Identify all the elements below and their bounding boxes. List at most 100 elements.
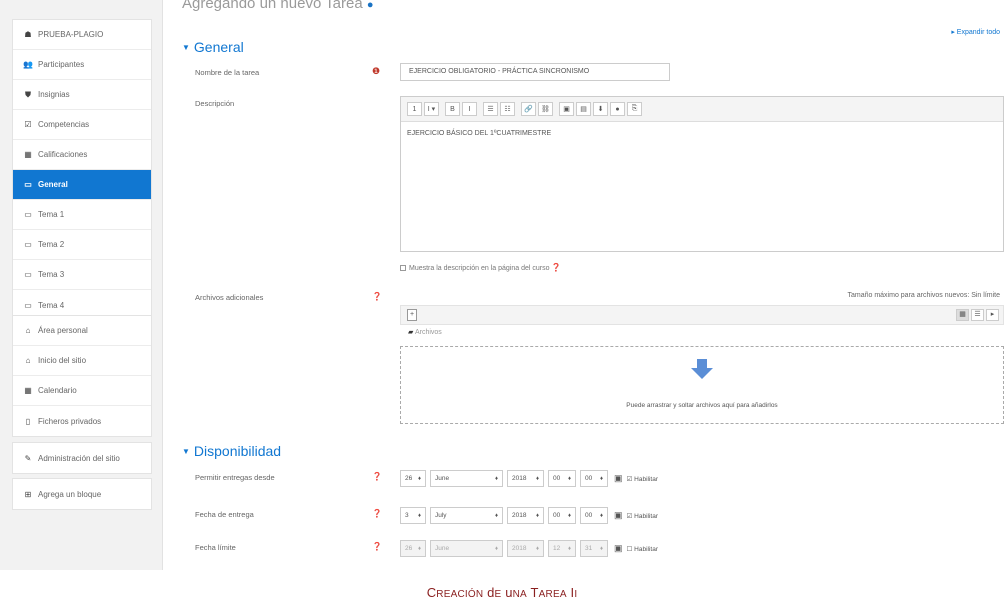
month-select[interactable]: June ♦ xyxy=(430,540,503,557)
sidebar-item-label: Tema 1 xyxy=(38,210,65,219)
plus-square-icon: ⊞ xyxy=(24,489,32,499)
help-icon[interactable]: ❓ xyxy=(551,263,561,272)
home-icon: ⌂ xyxy=(25,356,31,365)
sidebar-item-label: Insignias xyxy=(38,90,70,99)
caption-letters: e xyxy=(494,589,502,600)
sidebar-item[interactable]: ▭ Tema 2 xyxy=(13,230,151,260)
editor-toolbar-button[interactable]: 🔗 xyxy=(521,102,536,116)
sidebar-item-label: Inicio del sitio xyxy=(38,356,87,365)
calendar-icon[interactable]: ▣ xyxy=(614,543,623,554)
enable-checkbox[interactable]: ☑ Habilitar xyxy=(627,512,658,520)
help-icon[interactable]: ❓ xyxy=(372,472,382,481)
editor-toolbar-button[interactable]: I xyxy=(462,102,477,116)
figure-caption: Creación de una Tarea II xyxy=(0,585,1004,600)
checked-box-icon: ☑ xyxy=(626,512,635,520)
sidebar-item-label: Calificaciones xyxy=(38,150,88,159)
expand-all-link[interactable]: ▸ Expandir todo xyxy=(951,28,1000,36)
dropdown-arrow-icon: ♦ xyxy=(494,512,498,519)
minute-select[interactable]: 31 ♦ xyxy=(580,540,608,557)
date-time-selector: 26 ♦ June ♦ 2018 ♦ 12 ♦ 31 ♦ ▣ ☐ Habilitar xyxy=(400,540,658,557)
sidebar-item[interactable]: ⛊ Insignias xyxy=(13,80,151,110)
calendar-icon[interactable]: ▣ xyxy=(614,473,623,484)
show-description-checkbox[interactable] xyxy=(400,265,406,271)
folder-icon: ▭ xyxy=(24,300,32,310)
grades-table-icon: ▦ xyxy=(24,150,32,159)
task-name-input[interactable]: EJERCICIO OBLIGATORIO - PRÁCTICA SINCRON… xyxy=(400,63,670,81)
view-tree-icon[interactable]: ▸ xyxy=(986,309,999,321)
month-select[interactable]: June ♦ xyxy=(430,470,503,487)
day-select[interactable]: 26 ♦ xyxy=(400,540,426,557)
hour-select[interactable]: 00 ♦ xyxy=(548,470,576,487)
editor-toolbar-button[interactable]: ☰ xyxy=(483,102,498,116)
section-general-toggle[interactable]: ▼ General xyxy=(182,39,244,55)
show-description-option[interactable]: Muestra la descripción en la página del … xyxy=(400,263,561,272)
section-availability-toggle[interactable]: ▼ Disponibilidad xyxy=(182,443,281,459)
sidebar-item[interactable]: ▭ Tema 1 xyxy=(13,200,151,230)
month-select[interactable]: July ♦ xyxy=(430,507,503,524)
view-list-icon[interactable]: ☰ xyxy=(971,309,984,321)
description-editor[interactable]: 1I ▾ B I ☰ ☷ 🔗 ⛓ ▣ ▤ ⬇ ● ⎘ EJERCICIO BÁSICO DEL 1ºC… xyxy=(400,96,1004,252)
help-icon[interactable]: ● xyxy=(367,0,374,11)
sidebar-item[interactable]: ☗ PRUEBA-PLAGIO xyxy=(13,20,151,50)
sidebar-item[interactable]: ⌂ Inicio del sitio xyxy=(13,346,151,376)
folder-icon: ▭ xyxy=(24,210,32,219)
help-icon[interactable]: ❓ xyxy=(372,542,382,551)
additional-files-label: Archivos adicionales xyxy=(195,293,264,302)
select-value: June xyxy=(435,475,450,482)
editor-toolbar-button[interactable]: ⛓ xyxy=(538,102,553,116)
sidebar-item[interactable]: ⌂ Área personal xyxy=(13,316,151,346)
sidebar-item[interactable]: ▦ Calendario xyxy=(13,376,151,406)
sidebar-item[interactable]: ✎ Administración del sitio xyxy=(13,443,151,473)
hour-select[interactable]: 00 ♦ xyxy=(548,507,576,524)
editor-toolbar-button[interactable]: 1 xyxy=(407,102,422,116)
calendar-icon[interactable]: ▣ xyxy=(614,510,623,521)
caption-letter: d xyxy=(487,585,495,600)
editor-toolbar-button[interactable]: ▣ xyxy=(559,102,574,116)
editor-toolbar-button[interactable]: ⬇ xyxy=(593,102,608,116)
description-text[interactable]: EJERCICIO BÁSICO DEL 1ºCUATRIMESTRE xyxy=(401,122,1003,145)
select-value: 2018 xyxy=(512,512,527,519)
editor-toolbar-button[interactable]: B xyxy=(445,102,460,116)
dropdown-arrow-icon: ♦ xyxy=(535,475,539,482)
caption-letters: area xyxy=(538,589,567,600)
dropdown-arrow-icon: ♦ xyxy=(599,475,603,482)
view-icons-icon[interactable]: ▦ xyxy=(956,309,969,321)
editor-toolbar-button[interactable]: ▤ xyxy=(576,102,591,116)
sidebar-item[interactable]: ⊞ Agrega un bloque xyxy=(13,479,151,509)
minute-select[interactable]: 00 ♦ xyxy=(580,507,608,524)
editor-toolbar-button[interactable]: I ▾ xyxy=(424,102,439,116)
help-icon[interactable]: ❓ xyxy=(372,292,382,301)
editor-toolbar-button[interactable]: ☷ xyxy=(500,102,515,116)
hour-select[interactable]: 12 ♦ xyxy=(548,540,576,557)
add-file-icon[interactable]: + xyxy=(407,309,417,321)
sidebar-item-label: PRUEBA-PLAGIO xyxy=(38,30,104,39)
files-folder[interactable]: ▰ Archivos xyxy=(408,328,442,336)
caption-letters: reación xyxy=(436,589,484,600)
help-icon[interactable]: ❓ xyxy=(372,509,382,518)
sidebar-item[interactable]: 👥 Participantes xyxy=(13,50,151,80)
editor-toolbar-button[interactable]: ⎘ xyxy=(627,102,642,116)
day-select[interactable]: 3 ♦ xyxy=(400,507,426,524)
editor-toolbar-button[interactable]: ● xyxy=(610,102,625,116)
select-value: 2018 xyxy=(512,545,527,552)
sidebar-item[interactable]: ▯ Ficheros privados xyxy=(13,406,151,436)
enable-checkbox[interactable]: ☐ Habilitar xyxy=(627,545,658,553)
select-value: July xyxy=(435,512,447,519)
sidebar-item-label: Tema 3 xyxy=(38,270,65,279)
enable-checkbox[interactable]: ☑ Habilitar xyxy=(627,475,658,483)
year-select[interactable]: 2018 ♦ xyxy=(507,540,544,557)
block-nav-group: ⊞ Agrega un bloque xyxy=(12,478,152,510)
minute-select[interactable]: 00 ♦ xyxy=(580,470,608,487)
folder-icon: ▭ xyxy=(24,180,32,189)
day-select[interactable]: 26 ♦ xyxy=(400,470,426,487)
folder-icon: ▭ xyxy=(24,240,32,249)
checkbox-icon: ☑ xyxy=(24,120,32,129)
sidebar-item[interactable]: ☑ Competencias xyxy=(13,110,151,140)
file-drop-zone[interactable]: Puede arrastrar y soltar archivos aquí p… xyxy=(400,346,1004,424)
caption-letters: I xyxy=(574,589,578,600)
sidebar-item[interactable]: ▭ Tema 3 xyxy=(13,260,151,290)
sidebar-item[interactable]: ▭ General xyxy=(13,170,151,200)
year-select[interactable]: 2018 ♦ xyxy=(507,470,544,487)
sidebar-item[interactable]: ▦ Calificaciones xyxy=(13,140,151,170)
year-select[interactable]: 2018 ♦ xyxy=(507,507,544,524)
